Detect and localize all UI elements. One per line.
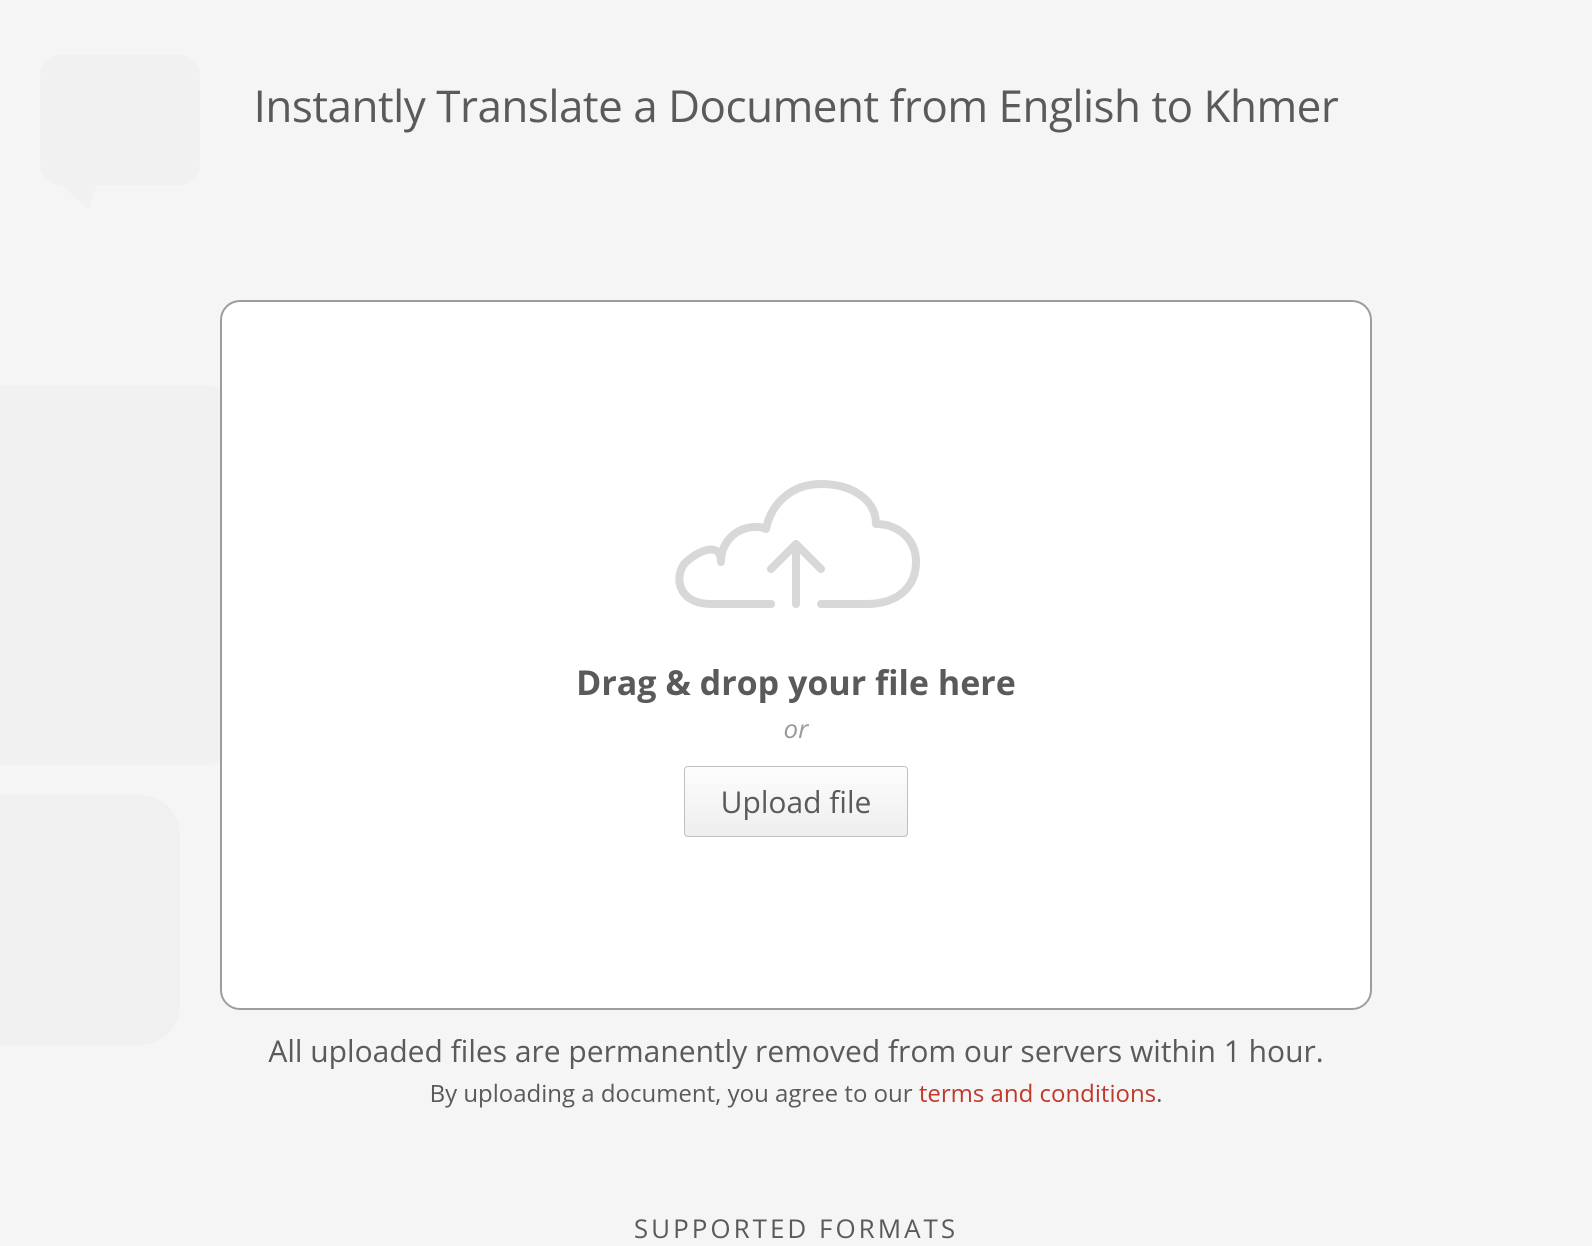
or-separator: or [784, 710, 809, 746]
notice-container: All uploaded files are permanently remov… [220, 1030, 1372, 1110]
agreement-prefix: By uploading a document, you agree to ou… [430, 1077, 919, 1110]
file-removal-notice: All uploaded files are permanently remov… [220, 1030, 1372, 1071]
supported-formats-heading: SUPPORTED FORMATS [0, 1210, 1592, 1246]
agreement-suffix: . [1156, 1077, 1162, 1110]
background-bubble-decoration [40, 55, 200, 185]
drag-drop-label: Drag & drop your file here [576, 659, 1016, 705]
terms-and-conditions-link[interactable]: terms and conditions [919, 1077, 1156, 1110]
upload-dropzone[interactable]: Drag & drop your file here or Upload fil… [220, 300, 1372, 1010]
page-title: Instantly Translate a Document from Engl… [0, 75, 1592, 135]
background-shape-decoration-2 [0, 795, 180, 1045]
cloud-upload-icon [666, 474, 926, 624]
upload-file-button[interactable]: Upload file [684, 766, 909, 837]
agreement-notice: By uploading a document, you agree to ou… [220, 1077, 1372, 1110]
